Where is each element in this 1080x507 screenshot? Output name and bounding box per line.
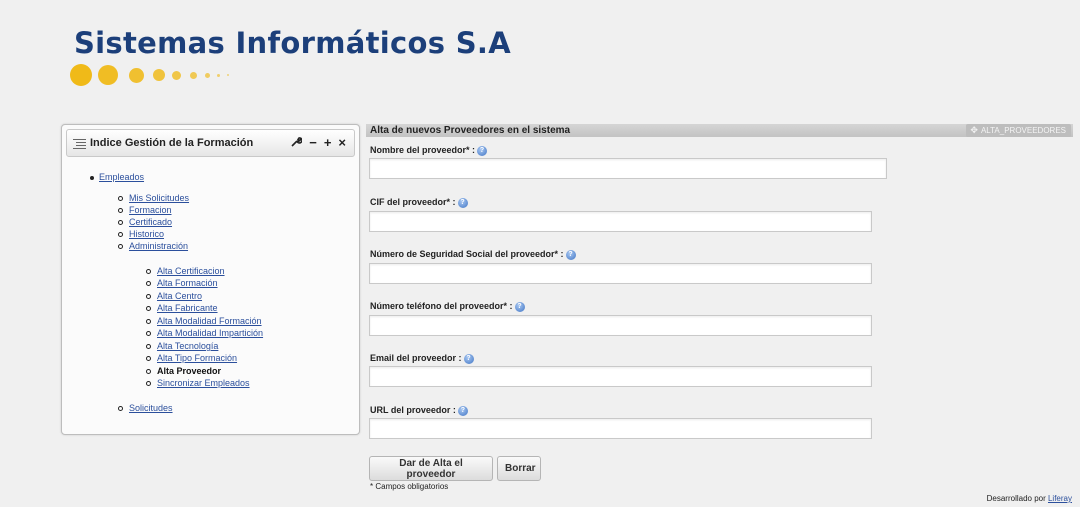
move-icon: ✥ bbox=[970, 125, 978, 135]
wrench-icon[interactable] bbox=[291, 136, 303, 150]
seguridad-social-input[interactable] bbox=[369, 263, 872, 284]
liferay-link[interactable]: Liferay bbox=[1048, 494, 1072, 503]
tree-item-alta-formacion[interactable]: Alta Formación bbox=[146, 278, 218, 288]
url-input[interactable] bbox=[369, 418, 872, 439]
help-icon[interactable]: ? bbox=[565, 249, 576, 260]
tree-item-sincronizar-empleados[interactable]: Sincronizar Empleados bbox=[146, 378, 250, 388]
footer-credit: Desarrollado por Liferay bbox=[986, 494, 1072, 503]
tree-item-empleados[interactable]: Empleados bbox=[90, 172, 144, 182]
submit-button[interactable]: Dar de Alta el proveedor bbox=[369, 456, 493, 481]
tree-item-alta-tecnologia[interactable]: Alta Tecnología bbox=[146, 341, 218, 351]
tree-item-administracion[interactable]: Administración bbox=[118, 241, 188, 251]
email-input[interactable] bbox=[369, 366, 872, 387]
navigation-portlet-title: Indice Gestión de la Formación bbox=[90, 137, 254, 149]
list-icon bbox=[73, 138, 86, 149]
help-icon[interactable]: ? bbox=[477, 145, 488, 156]
help-icon[interactable]: ? bbox=[457, 197, 468, 208]
help-icon[interactable]: ? bbox=[514, 301, 525, 312]
field-label-url: URL del proveedor :? bbox=[370, 405, 468, 416]
reset-button[interactable]: Borrar bbox=[497, 456, 541, 481]
main-portlet-header: Alta de nuevos Proveedores en el sistema… bbox=[366, 124, 1073, 137]
navigation-portlet: Indice Gestión de la Formación − + × Emp… bbox=[61, 124, 360, 435]
help-icon[interactable]: ? bbox=[463, 353, 474, 364]
portlet-id-badge[interactable]: ✥ ALTA_PROVEEDORES bbox=[966, 124, 1071, 137]
tree-item-alta-modalidad-formacion[interactable]: Alta Modalidad Formación bbox=[146, 316, 262, 326]
logo-dots bbox=[70, 64, 310, 88]
company-logo-title: Sistemas Informáticos S.A bbox=[74, 26, 511, 60]
tree-item-alta-modalidad-imparticion[interactable]: Alta Modalidad Impartición bbox=[146, 328, 263, 338]
portlet-tools: − + × bbox=[291, 136, 346, 150]
field-label-telefono: Número teléfono del proveedor* :? bbox=[370, 301, 525, 312]
navigation-portlet-header: Indice Gestión de la Formación − + × bbox=[66, 129, 355, 157]
tree-item-formacion[interactable]: Formacion bbox=[118, 205, 172, 215]
maximize-icon[interactable]: + bbox=[324, 136, 332, 150]
field-label-cif: CIF del proveedor* :? bbox=[370, 197, 468, 208]
nombre-input[interactable] bbox=[369, 158, 887, 179]
tree-item-certificado[interactable]: Certificado bbox=[118, 217, 172, 227]
tree-item-historico[interactable]: Historico bbox=[118, 229, 164, 239]
minimize-icon[interactable]: − bbox=[309, 136, 317, 150]
tree-item-alta-centro[interactable]: Alta Centro bbox=[146, 291, 202, 301]
help-icon[interactable]: ? bbox=[457, 405, 468, 416]
cif-input[interactable] bbox=[369, 211, 872, 232]
tree-item-alta-fabricante[interactable]: Alta Fabricante bbox=[146, 303, 218, 313]
required-fields-note: * Campos obligatorios bbox=[370, 482, 449, 491]
field-label-seguridad-social: Número de Seguridad Social del proveedor… bbox=[370, 249, 576, 260]
tree-item-alta-certificacion[interactable]: Alta Certificacion bbox=[146, 266, 225, 276]
tree-item-alta-tipo-formacion[interactable]: Alta Tipo Formación bbox=[146, 353, 237, 363]
tree-item-solicitudes[interactable]: Solicitudes bbox=[118, 403, 173, 413]
main-portlet-title: Alta de nuevos Proveedores en el sistema bbox=[370, 125, 571, 136]
field-label-nombre: Nombre del proveedor* :? bbox=[370, 145, 488, 156]
tree-item-mis-solicitudes[interactable]: Mis Solicitudes bbox=[118, 193, 189, 203]
field-label-email: Email del proveedor :? bbox=[370, 353, 474, 364]
telefono-input[interactable] bbox=[369, 315, 872, 336]
close-icon[interactable]: × bbox=[338, 136, 346, 150]
tree-item-alta-proveedor-current[interactable]: Alta Proveedor bbox=[146, 366, 221, 376]
